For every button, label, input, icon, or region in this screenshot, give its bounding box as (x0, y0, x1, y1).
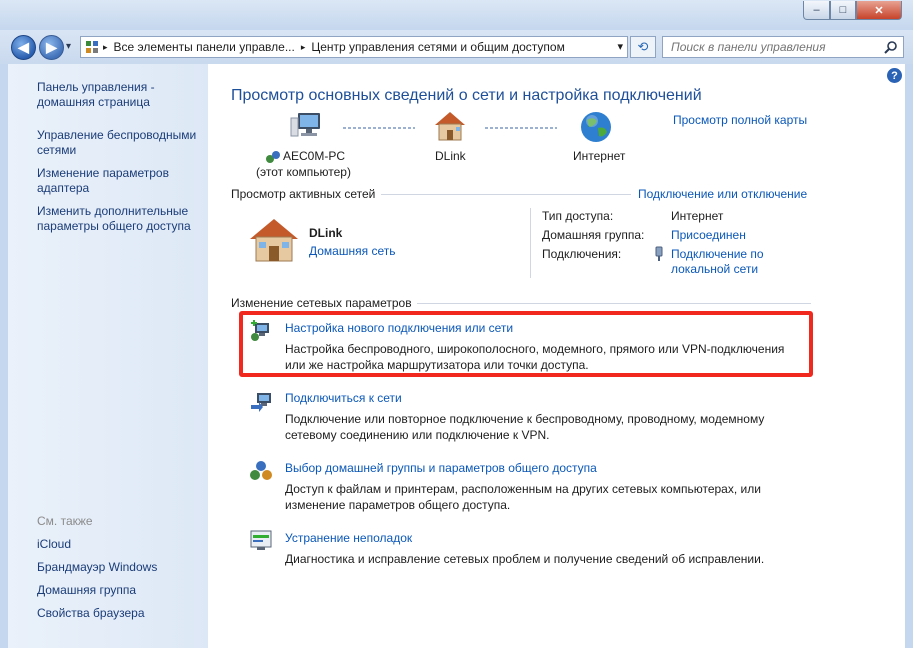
breadcrumb-sep[interactable]: ▸ (301, 42, 306, 53)
full-map-link[interactable]: Просмотр полной карты (673, 113, 807, 127)
section-divider (417, 303, 811, 304)
troubleshoot-icon (249, 529, 273, 551)
search-box[interactable] (662, 36, 904, 58)
maximize-button[interactable]: □ (830, 1, 856, 20)
address-bar[interactable]: ▸ Все элементы панели управле... ▸ Центр… (80, 36, 628, 58)
access-type-value: Интернет (671, 209, 724, 223)
sidebar-item-wireless[interactable]: Управление беспроводными сетями (37, 128, 205, 158)
close-button[interactable]: ✕ (856, 1, 902, 20)
map-connector (485, 127, 557, 129)
new-connection-icon (249, 319, 273, 343)
network-computer-small-icon (265, 150, 281, 164)
active-network-name: DLink (309, 226, 343, 240)
active-networks-title: Просмотр активных сетей (231, 187, 376, 201)
task-new-connection-link[interactable]: Настройка нового подключения или сети (285, 321, 513, 335)
sidebar-item-adapter[interactable]: Изменение параметров адаптера (37, 166, 197, 196)
map-connector (343, 127, 415, 129)
title-bar[interactable] (0, 0, 913, 30)
section-divider (381, 194, 631, 195)
arrow-right-icon: ▶ (46, 39, 57, 55)
computer-name: AEC0M-PC (283, 149, 346, 163)
homegroup-link[interactable]: Присоединен (671, 228, 746, 242)
window-frame-left (0, 30, 8, 648)
task-troubleshoot-desc: Диагностика и исправление сетевых пробле… (285, 552, 765, 566)
forward-button[interactable]: ▶ (39, 35, 64, 60)
back-button[interactable]: ◀ (11, 35, 36, 60)
network-type-link[interactable]: Домашняя сеть (309, 244, 395, 258)
local-connection-link[interactable]: Подключение по локальной сети (671, 247, 781, 277)
see-also-icloud[interactable]: iCloud (37, 537, 71, 552)
sidebar-home-link[interactable]: Панель управления - домашняя страница (37, 80, 197, 110)
minimize-button[interactable]: – (803, 1, 830, 20)
task-homegroup-link[interactable]: Выбор домашней группы и параметров общег… (285, 461, 597, 475)
homegroup-icon (249, 459, 273, 483)
connect-disconnect-link[interactable]: Подключение или отключение (638, 187, 807, 201)
breadcrumb-all-items[interactable]: Все элементы панели управле... (114, 40, 295, 54)
connections-label: Подключения: (542, 247, 622, 261)
task-connect-link[interactable]: Подключиться к сети (285, 391, 402, 405)
see-also-heading: См. также (37, 514, 93, 528)
search-input[interactable] (669, 39, 873, 55)
task-connect-desc: Подключение или повторное подключение к … (285, 412, 765, 442)
map-network-name: DLink (435, 149, 466, 163)
recent-pages-dropdown[interactable]: ▾ (66, 41, 71, 52)
control-panel-icon (85, 40, 99, 54)
refresh-icon: ⟲ (637, 39, 649, 54)
refresh-button[interactable]: ⟲ (630, 36, 656, 58)
page-title: Просмотр основных сведений о сети и наст… (231, 87, 702, 104)
task-homegroup-desc: Доступ к файлам и принтерам, расположенн… (285, 482, 761, 512)
computer-subtitle: (этот компьютер) (256, 165, 351, 179)
home-network-icon (248, 217, 300, 263)
address-dropdown[interactable]: ▾ (617, 40, 623, 53)
search-icon[interactable] (884, 40, 898, 54)
sidebar-item-sharing[interactable]: Изменить дополнительные параметры общего… (37, 204, 202, 234)
task-troubleshoot-link[interactable]: Устранение неполадок (285, 531, 412, 545)
breadcrumb-network-center[interactable]: Центр управления сетями и общим доступом (311, 40, 565, 54)
access-type-label: Тип доступа: (542, 209, 614, 223)
breadcrumb-sep[interactable]: ▸ (103, 42, 108, 53)
window-frame-right (905, 30, 913, 648)
task-new-connection-desc: Настройка беспроводного, широкополосного… (285, 342, 785, 372)
change-settings-title: Изменение сетевых параметров (231, 296, 412, 310)
ethernet-icon (654, 246, 664, 262)
arrow-left-icon: ◀ (18, 39, 29, 55)
help-icon[interactable]: ? (887, 68, 902, 83)
connect-network-icon (249, 389, 273, 413)
homegroup-label: Домашняя группа: (542, 228, 645, 242)
see-also-firewall[interactable]: Брандмауэр Windows (37, 560, 157, 575)
see-also-homegroup[interactable]: Домашняя группа (37, 583, 136, 598)
map-internet-label: Интернет (573, 149, 626, 163)
globe-icon (579, 110, 613, 144)
vertical-divider (530, 208, 531, 278)
house-icon (433, 110, 467, 142)
see-also-browser[interactable]: Свойства браузера (37, 606, 145, 621)
computer-icon (290, 110, 324, 142)
